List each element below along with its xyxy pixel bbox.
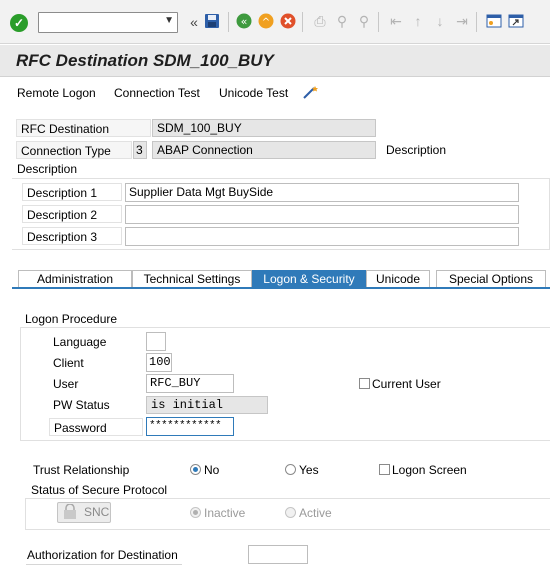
- trust-yes-radio[interactable]: [285, 464, 296, 475]
- trust-no-radio[interactable]: [190, 464, 201, 475]
- secure-active-radio[interactable]: [285, 507, 296, 518]
- command-field[interactable]: ▼: [38, 12, 178, 33]
- back-icon[interactable]: «: [236, 13, 252, 29]
- snc-button[interactable]: SNC: [57, 502, 111, 523]
- command-input[interactable]: [39, 13, 159, 32]
- prev-page-icon[interactable]: ↑: [410, 13, 426, 29]
- client-input[interactable]: 100: [146, 353, 172, 372]
- password-input[interactable]: ************: [146, 417, 234, 436]
- secure-inactive-radio[interactable]: [190, 507, 201, 518]
- tab-technical-settings[interactable]: Technical Settings: [132, 270, 252, 288]
- trust-relationship-label: Trust Relationship: [33, 463, 130, 477]
- description-3-input[interactable]: [125, 227, 519, 246]
- language-label: Language: [53, 335, 107, 349]
- user-label: User: [53, 377, 79, 391]
- secure-active-label: Active: [299, 506, 332, 520]
- password-label: Password: [49, 418, 143, 436]
- rfc-destination-label: RFC Destination: [16, 119, 151, 137]
- trust-yes-label: Yes: [299, 463, 319, 477]
- trust-no-label: No: [204, 463, 220, 477]
- tab-unicode[interactable]: Unicode: [366, 270, 430, 288]
- check-icon[interactable]: ✓: [10, 14, 28, 32]
- logon-procedure-title: Logon Procedure: [25, 312, 118, 326]
- pw-status-value: is initial: [146, 396, 268, 414]
- find-icon[interactable]: ⚲: [334, 13, 350, 29]
- first-page-icon[interactable]: ⇤: [388, 13, 404, 29]
- snc-icon: [63, 503, 77, 526]
- client-label: Client: [53, 356, 84, 370]
- secure-protocol-title: Status of Secure Protocol: [31, 483, 168, 497]
- tab-logon-security[interactable]: Logon & Security: [252, 270, 366, 288]
- description-3-label: Description 3: [22, 227, 122, 245]
- current-user-checkbox[interactable]: [359, 378, 370, 389]
- authorization-input[interactable]: [248, 545, 308, 564]
- exit-icon[interactable]: ^: [258, 13, 274, 29]
- back-arrows-icon[interactable]: «: [186, 14, 202, 30]
- connection-test-button[interactable]: Connection Test: [114, 86, 200, 100]
- tab-special-options[interactable]: Special Options: [436, 270, 546, 288]
- unicode-test-button[interactable]: Unicode Test: [219, 86, 288, 100]
- description-group-title: Description: [17, 162, 78, 176]
- title-bar: RFC Destination SDM_100_BUY: [0, 45, 550, 77]
- description-1-label: Description 1: [22, 183, 122, 201]
- authorization-label: Authorization for Destination: [27, 548, 178, 562]
- next-page-icon[interactable]: ↓: [432, 13, 448, 29]
- description-1-input[interactable]: Supplier Data Mgt BuySide: [125, 183, 519, 202]
- find-next-icon[interactable]: ⚲: [356, 13, 372, 29]
- remote-logon-button[interactable]: Remote Logon: [17, 86, 96, 100]
- shortcut-icon[interactable]: [508, 13, 524, 29]
- snc-button-label: SNC: [84, 505, 110, 519]
- description-2-input[interactable]: [125, 205, 519, 224]
- current-user-label: Current User: [372, 377, 441, 391]
- connection-type-code: 3: [133, 141, 147, 159]
- create-session-icon[interactable]: [486, 13, 502, 29]
- description-2-label: Description 2: [22, 205, 122, 223]
- print-icon[interactable]: ⎙: [312, 13, 328, 29]
- tab-underline: [12, 287, 550, 289]
- save-icon[interactable]: [204, 13, 220, 29]
- pw-status-label: PW Status: [53, 398, 110, 412]
- cancel-icon[interactable]: [280, 13, 296, 29]
- logon-screen-label: Logon Screen: [392, 463, 467, 477]
- secure-inactive-label: Inactive: [204, 506, 246, 520]
- logon-screen-checkbox[interactable]: [379, 464, 390, 475]
- svg-text:^: ^: [262, 17, 270, 28]
- connection-type-label: Connection Type: [16, 141, 132, 159]
- connection-type-text: ABAP Connection: [152, 141, 376, 159]
- description-label: Description: [386, 143, 447, 157]
- system-toolbar: ✓ ▼ « « ^ ⎙ ⚲ ⚲ ⇤ ↑ ↓ ⇥: [0, 0, 550, 44]
- user-input[interactable]: RFC_BUY: [146, 374, 234, 393]
- page-title: RFC Destination SDM_100_BUY: [16, 51, 274, 70]
- rfc-destination-value: SDM_100_BUY: [152, 119, 376, 137]
- application-toolbar: Remote Logon Connection Test Unicode Tes…: [0, 78, 550, 108]
- test-wand-icon[interactable]: [302, 84, 320, 103]
- svg-text:«: «: [241, 15, 248, 28]
- language-input[interactable]: [146, 332, 166, 351]
- last-page-icon[interactable]: ⇥: [454, 13, 470, 29]
- tab-administration[interactable]: Administration: [18, 270, 132, 288]
- chevron-down-icon[interactable]: ▼: [164, 15, 174, 26]
